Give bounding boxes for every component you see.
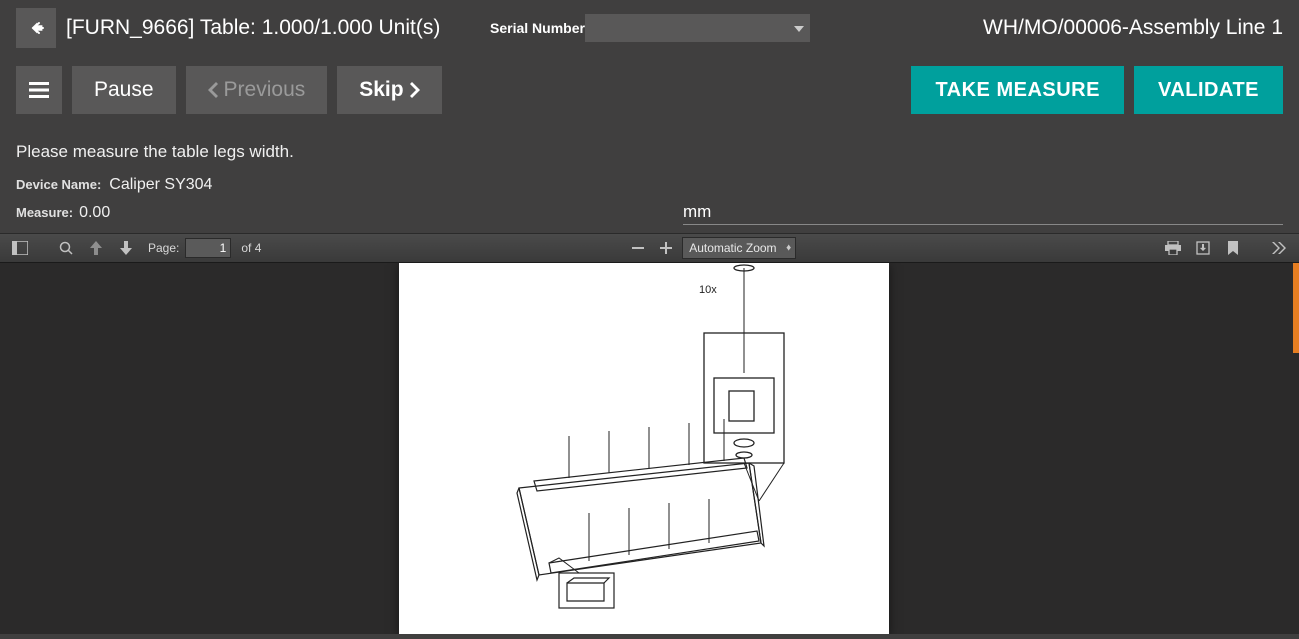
print-button[interactable] (1161, 236, 1185, 260)
assembly-drawing: 10x (399, 263, 889, 634)
download-button[interactable] (1191, 236, 1215, 260)
previous-label: Previous (224, 78, 306, 102)
measure-unit-field[interactable]: mm (683, 200, 1283, 225)
pdf-viewer[interactable]: 10x (0, 263, 1299, 634)
pdf-toolbar: Page: of 4 Automatic Zoom ♦ (0, 233, 1299, 263)
arrow-down-icon (120, 241, 132, 255)
chevrons-right-icon (1272, 242, 1286, 254)
bookmark-icon (1228, 241, 1238, 255)
zoom-select[interactable]: Automatic Zoom (682, 237, 796, 259)
plus-icon (660, 242, 672, 254)
page-of-label: of 4 (241, 241, 261, 255)
take-measure-button[interactable]: TAKE MEASURE (911, 66, 1124, 114)
take-measure-label: TAKE MEASURE (935, 79, 1100, 102)
title-bar: [FURN_9666] Table: 1.000/1.000 Unit(s) S… (0, 0, 1299, 56)
pdf-page: 10x (399, 263, 889, 634)
tools-button[interactable] (1267, 236, 1291, 260)
print-icon (1165, 241, 1181, 255)
zoom-select-wrap: Automatic Zoom ♦ (682, 237, 796, 259)
validate-label: VALIDATE (1158, 79, 1259, 102)
scroll-indicator (1293, 263, 1299, 353)
sidebar-icon (12, 241, 28, 255)
zoom-out-button[interactable] (626, 236, 650, 260)
assembly-line-label: WH/MO/00006-Assembly Line 1 (983, 16, 1283, 40)
serial-number-select-wrap (585, 14, 810, 42)
arrow-up-icon (90, 241, 102, 255)
drawing-annotation: 10x (699, 284, 717, 296)
page-up-button[interactable] (84, 236, 108, 260)
back-button[interactable] (16, 8, 56, 48)
zoom-in-button[interactable] (654, 236, 678, 260)
bookmark-button[interactable] (1221, 236, 1245, 260)
chevron-left-icon (208, 82, 218, 98)
pause-label: Pause (94, 78, 154, 102)
pause-button[interactable]: Pause (72, 66, 176, 114)
validate-button[interactable]: VALIDATE (1134, 66, 1283, 114)
download-icon (1196, 241, 1210, 255)
minus-icon (632, 242, 644, 254)
menu-button[interactable] (16, 66, 62, 114)
measure-row: Measure: 0.00 mm (0, 198, 1299, 233)
device-name-row: Device Name: Caliper SY304 (0, 172, 1299, 198)
skip-label: Skip (359, 78, 403, 102)
skip-button[interactable]: Skip (337, 66, 441, 114)
device-name-value: Caliper SY304 (109, 176, 212, 194)
find-button[interactable] (54, 236, 78, 260)
page-down-button[interactable] (114, 236, 138, 260)
search-icon (59, 241, 73, 255)
hamburger-icon (29, 82, 49, 98)
product-title: [FURN_9666] Table: 1.000/1.000 Unit(s) (66, 16, 440, 40)
page-label: Page: (148, 241, 179, 255)
arrow-left-icon (28, 20, 44, 36)
previous-button[interactable]: Previous (186, 66, 328, 114)
measure-value: 0.00 (79, 204, 110, 222)
sidebar-toggle-button[interactable] (8, 236, 32, 260)
serial-number-label: Serial Number: (490, 20, 590, 36)
page-number-input[interactable] (185, 238, 231, 258)
instruction-text: Please measure the table legs width. (0, 124, 1299, 172)
chevron-right-icon (410, 82, 420, 98)
device-name-label: Device Name: (16, 177, 101, 192)
serial-number-select[interactable] (585, 14, 810, 42)
measure-label: Measure: (16, 205, 73, 220)
action-bar: Pause Previous Skip TAKE MEASURE VALIDAT… (0, 56, 1299, 124)
